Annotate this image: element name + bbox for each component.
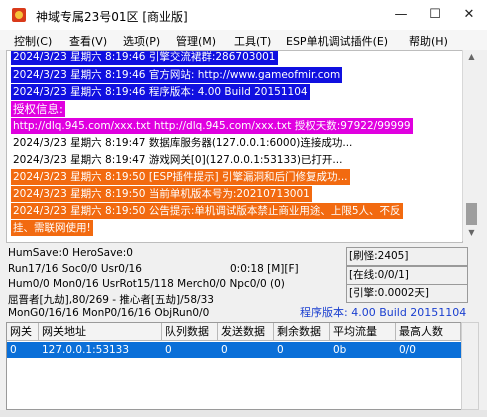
column-header[interactable]: 发送数据 [218,323,274,341]
menu-bar: 控制(C) 查看(V) 选项(P) 管理(M) 工具(T) ESP单机调试插件(… [0,30,487,50]
column-header[interactable]: 网关地址 [39,323,162,341]
log-line: 2024/3/23 星期六 8:19:46 程序版本: 4.00 Build 2… [11,84,310,100]
log-line: 2024/3/23 星期六 8:19:46 官方网站: http://www.g… [11,67,343,83]
table-cell: 127.0.0.1:53133 [42,344,130,356]
log-line: 2024/3/23 星期六 8:19:46 引擎交流裙群:286703001 [11,51,278,65]
menu-control[interactable]: 控制(C) [14,33,52,49]
log-line: 2024/3/23 星期六 8:19:50 公告提示:单机调试版本禁止商业用途、… [11,203,403,219]
menu-options[interactable]: 选项(P) [123,33,160,49]
save-status: HumSave:0 HeroSave:0 [8,247,133,259]
log-line: 2024/3/23 星期六 8:19:50 [ESP插件提示] 引擎漏洞和后门修… [11,169,350,185]
title-bar: 神域专属23号01区 [商业版] — ☐ ✕ [0,0,487,30]
log-line: 2024/3/23 星期六 8:19:50 当前单机版本号为:202107130… [11,186,312,202]
column-header[interactable]: 剩余数据 [274,323,330,341]
table-cell: 0b [333,344,347,356]
app-icon [12,8,26,22]
close-button[interactable]: ✕ [452,0,486,30]
bottom-edge [0,410,487,417]
menu-view[interactable]: 查看(V) [69,33,107,49]
minimize-button[interactable]: — [384,0,418,30]
column-header[interactable]: 队列数据 [162,323,218,341]
window-title: 神域专属23号01区 [商业版] [36,10,188,24]
menu-esp-plugin[interactable]: ESP单机调试插件(E) [286,33,388,49]
uptime: 0:0:18 [M][F] [230,263,299,275]
rank-status: 屈晋者[九劫],80/269 - 推心者[五劫]/58/33 [8,294,214,306]
table-scrollbar[interactable] [461,322,479,410]
menu-help[interactable]: 帮助(H) [409,33,448,49]
log-line: 挂、需联网使用! [11,220,93,236]
maximize-button[interactable]: ☐ [418,0,452,30]
scroll-down-icon[interactable]: ▼ [466,228,477,237]
gateway-table[interactable]: 网关 网关地址 队列数据 发送数据 剩余数据 平均流量 最高人数 0 127.0… [6,322,462,410]
log-line: http://dlq.945.com/xxx.txt http://dlq.94… [11,118,413,134]
menu-tools[interactable]: 工具(T) [234,33,271,49]
refresh-count: [刷怪:2405] [346,247,468,266]
log-line: 授权信息: [11,101,65,117]
engine-days: [引擎:0.0002天] [346,284,468,303]
program-version: 程序版本: 4.00 Build 20151104 [300,306,467,319]
table-cell: 0/0 [399,344,416,356]
table-cell: 0 [221,344,228,356]
menu-manage[interactable]: 管理(M) [176,33,216,49]
run-status: Run17/16 Soc0/0 Usr0/16 [8,263,142,275]
column-header[interactable]: 网关 [7,323,39,341]
column-header[interactable]: 平均流量 [330,323,396,341]
table-cell: 0 [10,344,17,356]
online-count: [在线:0/0/1] [346,266,468,285]
column-header[interactable]: 最高人数 [396,323,461,341]
log-scrollbar[interactable]: ▲ ▼ [462,50,480,241]
log-line: 2024/3/23 星期六 8:19:47 数据库服务器(127.0.0.1:6… [11,135,355,151]
scroll-up-icon[interactable]: ▲ [466,52,477,61]
object-status: Hum0/0 Mon0/16 UsrRot15/118 Merch0/0 Npc… [8,278,285,290]
monster-status: MonG0/16/16 MonP0/16/16 ObjRun0/0 [8,307,210,319]
log-panel[interactable]: 2024/3/23 星期六 8:19:46 引擎交流裙群:286703001 2… [6,50,463,243]
table-cell: 0 [277,344,284,356]
scroll-thumb[interactable] [466,203,477,225]
log-line: 2024/3/23 星期六 8:19:47 游戏网关[0](127.0.0.1:… [11,152,345,168]
table-cell: 0 [165,344,172,356]
